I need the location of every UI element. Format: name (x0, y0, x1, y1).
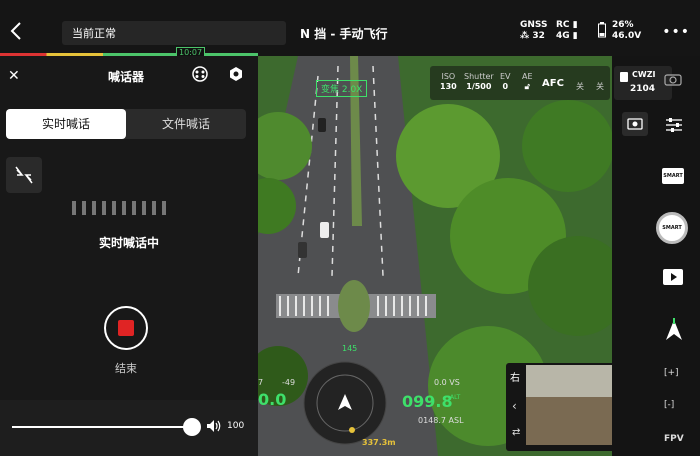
audio-level-meter (72, 201, 166, 215)
left-speed-value: 0.0 (258, 390, 287, 409)
battery-voltage: 46.0V (612, 31, 642, 41)
battery-percent: 26% (612, 20, 634, 30)
asl-value: 0148.7 ASL (418, 416, 464, 425)
status-text: 当前正常 (72, 27, 116, 40)
tab-live-speak[interactable]: 实时喊话 (6, 109, 126, 139)
speaker-mode-tabs: 实时喊话 文件喊话 (6, 109, 246, 139)
vs-value: 0.0 (434, 378, 447, 387)
rc-label: RC (556, 20, 570, 30)
playback-icon[interactable] (662, 268, 684, 286)
capture-mode-button[interactable] (622, 112, 648, 136)
gnss-label: GNSS (520, 20, 548, 30)
pip-left-arrow-icon[interactable]: ‹ (512, 399, 517, 413)
gear-icon[interactable] (228, 66, 244, 82)
compass-radar (303, 361, 387, 445)
pip-swap-icon[interactable]: ⇄ (512, 427, 520, 438)
left-scale-value: -49 (282, 378, 296, 387)
signal-bars-icon: ▮ (572, 20, 578, 30)
off-label-2: 关 (596, 82, 604, 91)
sd-card-icon (620, 72, 628, 82)
ev-label: EV (500, 72, 511, 81)
battery-indicator[interactable]: 26% 46.0V (598, 20, 641, 42)
pip-window[interactable]: 右 ‹ ⇄ (506, 363, 612, 451)
shutter-label: Shutter (464, 72, 494, 81)
end-label: 结束 (115, 362, 137, 375)
signal-bars-icon-2: ▮ (572, 31, 578, 41)
volume-slider-track[interactable] (12, 426, 192, 428)
camera-icon[interactable] (664, 72, 682, 86)
gimbal-direction-icon[interactable] (664, 318, 684, 342)
back-arrow-icon[interactable] (6, 20, 28, 42)
ae-label: AE (522, 72, 533, 81)
pip-feed (526, 365, 612, 445)
app-root: 当前正常 N 挡 - 手动飞行 GNSS ⁂ 32 RC ▮ 4G ▮ 26% … (0, 0, 700, 456)
storage-value: 2104 (630, 84, 656, 94)
volume-icon (207, 420, 221, 432)
shutter-button[interactable]: SMART (656, 212, 688, 244)
stop-recording-button[interactable] (104, 306, 148, 350)
live-status-label: 实时喊话中 (98, 236, 159, 250)
heading-value: 145 (342, 344, 358, 353)
flight-mode-title: N 挡 - 手动飞行 (300, 27, 388, 41)
volume-slider-knob[interactable] (183, 418, 201, 436)
tab-file-speak[interactable]: 文件喊话 (126, 109, 246, 139)
gnss-indicator[interactable]: GNSS ⁂ 32 (520, 20, 547, 42)
speaker-settings-icon[interactable] (192, 66, 208, 82)
ae-lock-icon[interactable]: 🔓︎ (525, 82, 530, 91)
camera-feed[interactable]: 变焦 2.0X 145 0.0 7 -49 0.0 VS 099.8 ALT 0… (258, 56, 612, 456)
battery-icon (598, 22, 606, 38)
volume-bar: 100 (0, 400, 258, 456)
close-icon[interactable]: ✕ (8, 68, 20, 84)
status-indicator[interactable]: 当前正常 (62, 21, 286, 45)
iso-value: 130 (440, 82, 457, 91)
pip-direction-label: 右 (510, 373, 520, 384)
right-control-column: CWZI 2104 SMART SMART [+] [-] FPV (612, 56, 700, 456)
top-bar: 当前正常 N 挡 - 手动飞行 GNSS ⁂ 32 RC ▮ 4G ▮ 26% … (0, 0, 700, 58)
vs-label: VS (449, 378, 460, 387)
sliders-icon[interactable] (664, 116, 684, 134)
shutter-value: 1/500 (466, 82, 492, 91)
collapse-button[interactable] (6, 157, 42, 193)
panel-title: 喊话器 (108, 70, 145, 84)
distance-value: 337.3m (362, 438, 396, 447)
smart-mode-toggle[interactable]: SMART (662, 168, 684, 184)
speaker-panel: ✕ 喊话器 实时喊话 文件喊话 实时喊话中 结束 100 (0, 56, 258, 456)
collapse-arrows-icon (15, 166, 33, 184)
iso-label: ISO (441, 72, 456, 81)
off-label-1: 关 (576, 82, 584, 91)
altitude-label: ALT (450, 394, 461, 401)
more-menu-icon[interactable]: ••• (662, 24, 690, 40)
storage-name: CWZI (632, 70, 656, 79)
rc-sub-label: 4G (556, 31, 570, 41)
focus-mode[interactable]: AFC (542, 78, 564, 89)
zoom-indicator[interactable]: 变焦 2.0X (316, 80, 368, 97)
zoom-out-button[interactable]: [-] (664, 400, 674, 410)
ev-value: 0 (502, 82, 509, 91)
photo-mode-icon (627, 118, 643, 130)
altitude-value: 099.8 (402, 392, 453, 411)
volume-value: 100 (227, 421, 245, 431)
satellite-icon: ⁂ (520, 31, 530, 41)
camera-params-bar[interactable]: ISO 130 Shutter 1/500 EV 0 AE 🔓︎ AFC 关 关 (430, 66, 610, 100)
gnss-value: 32 (532, 31, 545, 41)
left-scale-top: 7 (258, 378, 264, 387)
fpv-button[interactable]: FPV (664, 434, 684, 444)
vertical-speed: 0.0 VS (434, 378, 460, 387)
zoom-in-button[interactable]: [+] (664, 368, 679, 378)
rc-signal-indicator[interactable]: RC ▮ 4G ▮ (556, 20, 578, 42)
